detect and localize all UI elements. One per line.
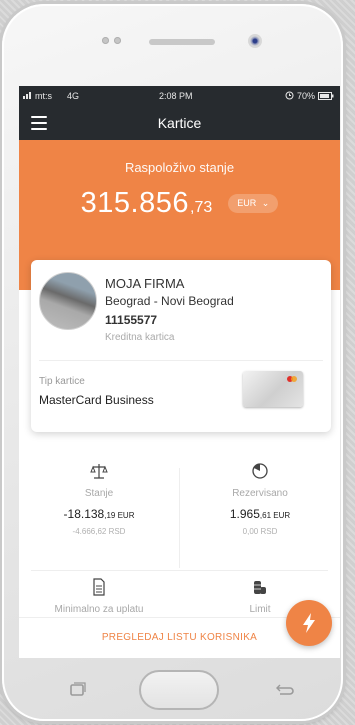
app-bar: Kartice <box>19 106 340 140</box>
stat-label: Minimalno za uplatu <box>54 604 144 615</box>
battery-icon <box>318 92 334 102</box>
quick-action-button[interactable] <box>286 600 332 646</box>
stat-rezervisano: Rezervisano 1.965,61 EUR 0,00 RSD <box>180 462 340 536</box>
chevron-down-icon: ⌄ <box>261 198 270 208</box>
company-address: Beograd - Novi Beograd <box>105 294 234 308</box>
stat-sub-value: -4.666,62 RSD <box>72 527 126 536</box>
divider <box>31 570 328 571</box>
phone-frame: mt:s 4G 2:08 PM 70% Kartice Raspoloživo … <box>2 4 343 721</box>
card-kind: Kreditna kartica <box>105 332 175 343</box>
credit-card-image <box>243 371 303 407</box>
currency-label: EUR <box>237 198 257 208</box>
sensor-dots <box>102 37 121 44</box>
company-name: MOJA FIRMA <box>105 276 185 291</box>
currency-selector[interactable]: EUR ⌄ <box>228 194 279 213</box>
stat-minimalno: Minimalno za uplatu <box>19 578 179 615</box>
balance-integer: 315.856 <box>80 187 189 219</box>
signal-icon <box>23 91 33 101</box>
divider <box>39 360 323 361</box>
stat-sub-value: 0,00 RSD <box>242 527 278 536</box>
company-avatar <box>39 272 97 330</box>
card-type-value: MasterCard Business <box>39 393 154 407</box>
stat-label: Rezervisano <box>232 488 288 499</box>
stat-value: -18.138,19 EUR <box>63 507 135 521</box>
balance-amount: 315.856 ,73 EUR ⌄ <box>19 187 340 220</box>
stat-stanje: Stanje -18.138,19 EUR -4.666,62 RSD <box>19 462 179 536</box>
clock-icon <box>251 462 269 480</box>
stat-value: 1.965,61 EUR <box>229 507 291 521</box>
battery-percent: 70% <box>297 91 316 101</box>
mastercard-logo-icon <box>287 376 297 382</box>
recents-button-icon[interactable] <box>66 681 88 702</box>
earpiece-speaker <box>149 39 215 45</box>
sensor-dot <box>102 37 109 44</box>
front-camera <box>248 34 262 48</box>
card-type-label: Tip kartice <box>39 376 85 387</box>
network-type: 4G <box>67 91 80 101</box>
app-screen: mt:s 4G 2:08 PM 70% Kartice Raspoloživo … <box>19 86 340 658</box>
back-button-icon[interactable] <box>274 683 296 702</box>
document-icon <box>90 578 108 596</box>
sensor-dot <box>114 37 121 44</box>
balance-label: Raspoloživo stanje <box>124 160 235 175</box>
home-button[interactable] <box>139 670 219 710</box>
page-title: Kartice <box>157 115 202 131</box>
balance-decimals: ,73 <box>190 199 213 216</box>
card-details[interactable]: MOJA FIRMA Beograd - Novi Beograd 111555… <box>31 260 331 432</box>
company-info: MOJA FIRMA Beograd - Novi Beograd 111555… <box>105 276 234 343</box>
flash-icon <box>303 613 315 633</box>
card-number: 11155577 <box>105 313 158 327</box>
alarm-icon <box>285 91 294 102</box>
view-users-link[interactable]: PREGLEDAJ LISTU KORISNIKA <box>102 632 257 643</box>
stat-label: Stanje <box>84 488 114 499</box>
scale-icon <box>90 462 108 480</box>
coins-icon <box>251 578 269 596</box>
carrier-name: mt:s <box>35 91 52 101</box>
status-time: 2:08 PM <box>159 91 193 101</box>
status-bar: mt:s 4G 2:08 PM 70% <box>19 86 340 106</box>
